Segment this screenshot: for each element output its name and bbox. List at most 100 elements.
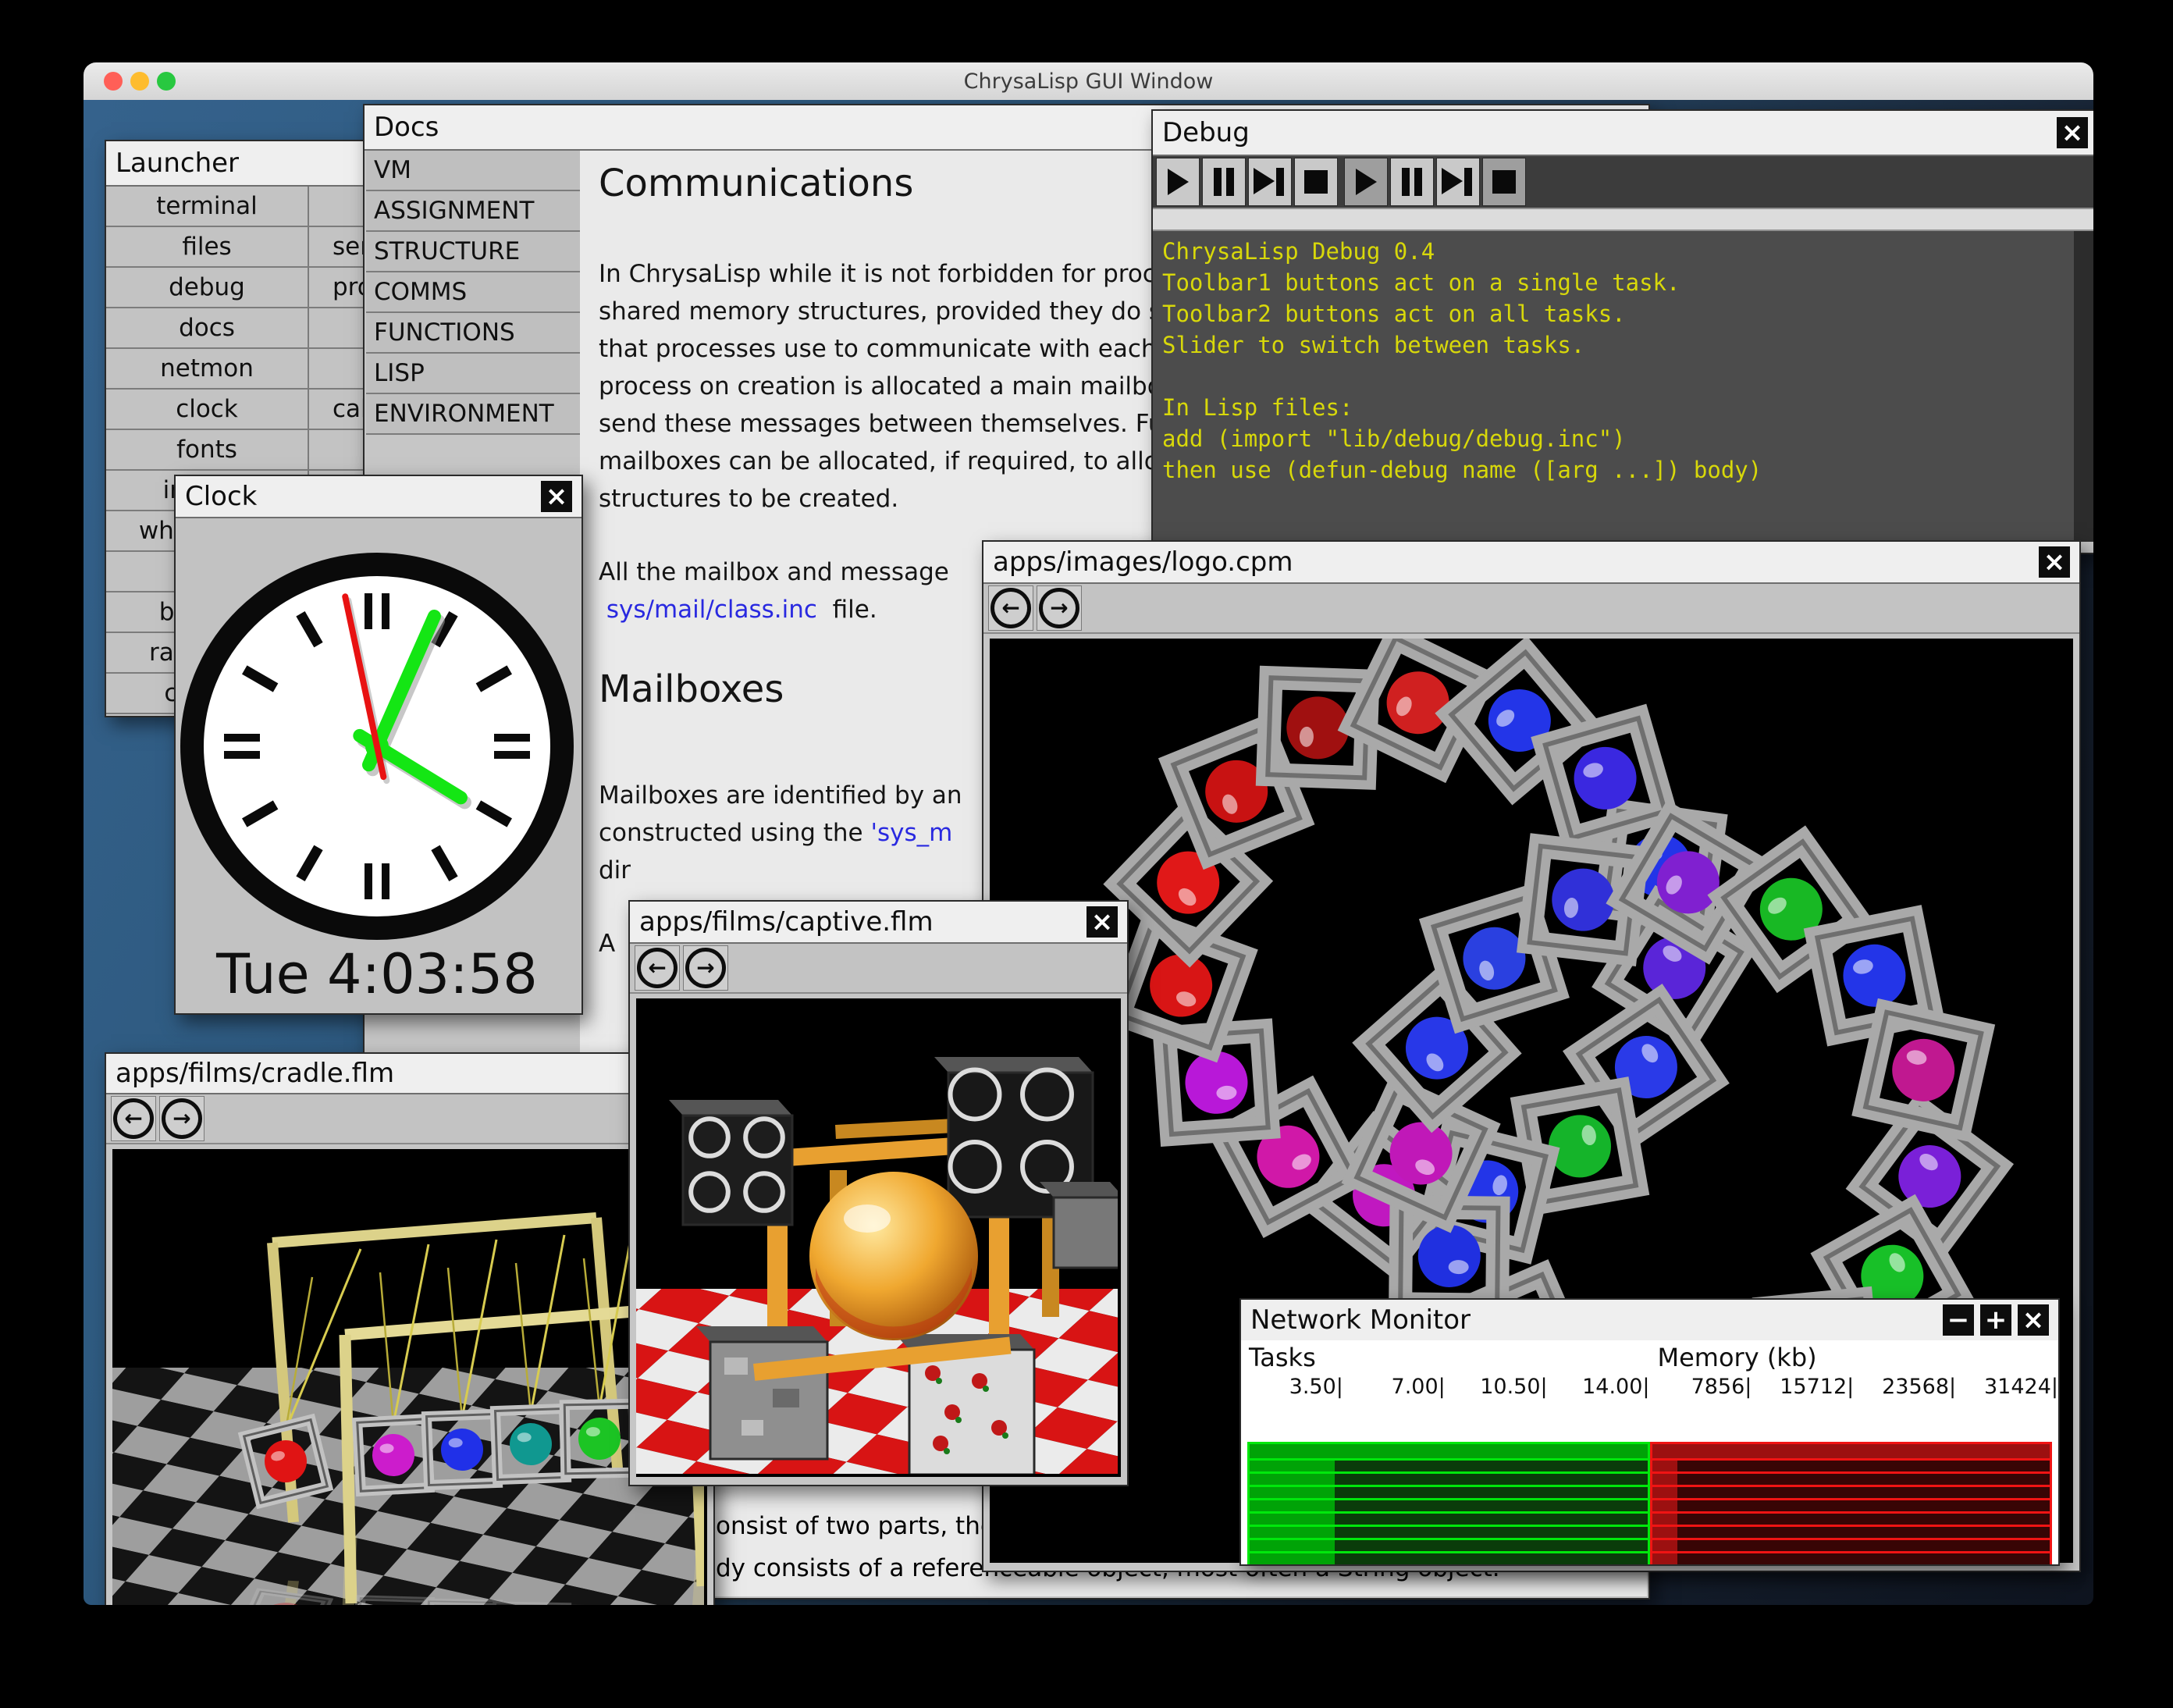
docs-sidebar-item-vm[interactable]: VM: [366, 151, 580, 191]
macos-window: ChrysaLisp GUI Window Launcher terminalf…: [84, 62, 2093, 1605]
netmon-bar-row: [1250, 1564, 1648, 1566]
clock-time-text: Tue 4:03:58: [215, 942, 538, 1006]
launcher-item-netmon[interactable]: netmon: [106, 349, 308, 390]
captive-title: apps/films/captive.flm: [639, 906, 934, 938]
netmon-bar-row: [1250, 1551, 1648, 1564]
docs-sidebar-item-comms[interactable]: COMMS: [366, 272, 580, 313]
debug-terminal-line: ChrysaLisp Debug 0.4: [1162, 236, 2088, 267]
analog-clock: Tue 4:03:58: [176, 518, 581, 1012]
logo-toolbar: ← →: [983, 584, 2079, 634]
netmon-bar-row: [1652, 1538, 2050, 1551]
captive-film-window: apps/films/captive.flm × ← →: [628, 900, 1129, 1486]
debug-window: Debug × ChrysaLisp Debug 0.4Toolbar1 but…: [1151, 109, 2093, 554]
netmon-bar-row: [1652, 1458, 2050, 1471]
netmon-body: Tasks Memory (kb) 3.50|7.00|10.50|14.00|…: [1241, 1340, 2058, 1564]
cradle-toolbar: ← →: [106, 1094, 713, 1144]
netmon-bar-fill: [1250, 1474, 1335, 1485]
docs-sidebar-item-functions[interactable]: FUNCTIONS: [366, 313, 580, 354]
launcher-title: Launcher: [116, 148, 239, 179]
netmon-bar-row: [1652, 1551, 2050, 1564]
close-icon[interactable]: ×: [541, 481, 572, 512]
netmon-memory-label: Memory (kb): [1658, 1343, 1817, 1372]
close-icon[interactable]: ×: [2057, 117, 2088, 148]
netmon-bar-fill: [1652, 1444, 2050, 1458]
logo-title: apps/images/logo.cpm: [993, 546, 1293, 578]
forward-button[interactable]: →: [683, 945, 728, 991]
stop-icon: [1304, 170, 1328, 194]
step-button[interactable]: [1436, 158, 1480, 206]
netmon-bar-row: [1250, 1444, 1648, 1458]
docs-sidebar-item-lisp[interactable]: LISP: [366, 354, 580, 394]
netmon-bar-fill: [1652, 1540, 1677, 1551]
netmon-tick: 14.00|: [1548, 1375, 1650, 1401]
docs-title: Docs: [374, 112, 439, 143]
forward-button[interactable]: →: [159, 1096, 204, 1141]
arrow-left-icon: ←: [637, 948, 678, 988]
netmon-bar-row: [1250, 1511, 1648, 1525]
docs-sidebar-item-structure[interactable]: STRUCTURE: [366, 232, 580, 272]
debug-terminal-line: then use (defun-debug name ([arg ...]) b…: [1162, 454, 2088, 486]
debug-task-slider[interactable]: [1153, 208, 2093, 231]
stop-button[interactable]: [1482, 158, 1526, 206]
step-button[interactable]: [1248, 158, 1292, 206]
macos-window-title: ChrysaLisp GUI Window: [84, 69, 2093, 94]
logo-titlebar[interactable]: apps/images/logo.cpm ×: [983, 542, 2079, 584]
netmon-bar-fill: [1652, 1553, 1677, 1564]
captive-titlebar[interactable]: apps/films/captive.flm ×: [630, 902, 1127, 944]
netmon-bar-row: [1652, 1444, 2050, 1458]
debug-title: Debug: [1162, 117, 1250, 148]
debug-terminal[interactable]: ChrysaLisp Debug 0.4Toolbar1 buttons act…: [1153, 231, 2093, 542]
maximize-icon[interactable]: +: [1980, 1304, 2011, 1336]
stop-icon: [1492, 170, 1516, 194]
close-icon[interactable]: ×: [2018, 1304, 2049, 1336]
netmon-titlebar[interactable]: Network Monitor − + ×: [1241, 1300, 2058, 1342]
netmon-bar-row: [1250, 1498, 1648, 1511]
debug-titlebar[interactable]: Debug ×: [1153, 111, 2093, 156]
docs-sidebar: VMASSIGNMENTSTRUCTURECOMMSFUNCTIONSLISPE…: [366, 151, 580, 435]
back-button[interactable]: ←: [635, 945, 680, 991]
launcher-item-files[interactable]: files: [106, 227, 308, 268]
arrow-left-icon: ←: [113, 1098, 154, 1139]
netmon-bar-fill: [1652, 1461, 1677, 1471]
pause-button[interactable]: [1202, 158, 1246, 206]
docs-link[interactable]: sys/mail/class.inc: [606, 596, 817, 624]
cradle-titlebar[interactable]: apps/films/cradle.flm ×: [106, 1054, 713, 1094]
debug-terminal-line: Toolbar2 buttons act on all tasks.: [1162, 298, 2088, 329]
cradle-film-window: apps/films/cradle.flm × ← →: [105, 1052, 715, 1605]
debug-terminal-line: add (import "lib/debug/debug.inc"): [1162, 423, 2088, 454]
close-icon[interactable]: ×: [2039, 546, 2070, 578]
netmon-tick: 23568|: [1854, 1375, 1956, 1401]
play-button[interactable]: [1344, 158, 1388, 206]
cradle-render: [112, 1149, 707, 1605]
netmon-bar-row: [1250, 1485, 1648, 1498]
back-button[interactable]: ←: [988, 585, 1033, 631]
netmon-bar-fill: [1652, 1527, 1677, 1538]
pause-icon: [1399, 168, 1424, 196]
netmon-bar-fill: [1250, 1527, 1335, 1538]
netmon-scale-row: 3.50|7.00|10.50|14.00|7856|15712|23568|3…: [1241, 1375, 2058, 1401]
launcher-item-clock[interactable]: clock: [106, 390, 308, 430]
docs-sidebar-item-assignment[interactable]: ASSIGNMENT: [366, 191, 580, 232]
forward-button[interactable]: →: [1037, 585, 1082, 631]
clock-titlebar[interactable]: Clock ×: [176, 476, 581, 518]
play-button[interactable]: [1156, 158, 1200, 206]
netmon-bar-fill: [1652, 1514, 1677, 1525]
pause-button[interactable]: [1390, 158, 1434, 206]
docs-sidebar-item-environment[interactable]: ENVIRONMENT: [366, 394, 580, 435]
docs-link[interactable]: 'sys_m: [870, 819, 952, 847]
play-icon: [1356, 169, 1377, 195]
arrow-right-icon: →: [1039, 588, 1079, 628]
netmon-tick: 7856|: [1650, 1375, 1752, 1401]
launcher-item-docs[interactable]: docs: [106, 308, 308, 349]
launcher-item-fonts[interactable]: fonts: [106, 430, 308, 471]
network-monitor-window: Network Monitor − + × Tasks Memory (kb) …: [1239, 1298, 2060, 1566]
macos-titlebar[interactable]: ChrysaLisp GUI Window: [84, 62, 2093, 101]
debug-scrollbar[interactable]: [2074, 231, 2093, 542]
minimize-icon[interactable]: −: [1943, 1304, 1974, 1336]
launcher-item-terminal[interactable]: terminal: [106, 187, 308, 227]
stop-button[interactable]: [1294, 158, 1338, 206]
captive-render: [636, 998, 1121, 1477]
back-button[interactable]: ←: [111, 1096, 156, 1141]
launcher-item-debug[interactable]: debug: [106, 268, 308, 308]
close-icon[interactable]: ×: [1086, 906, 1118, 938]
